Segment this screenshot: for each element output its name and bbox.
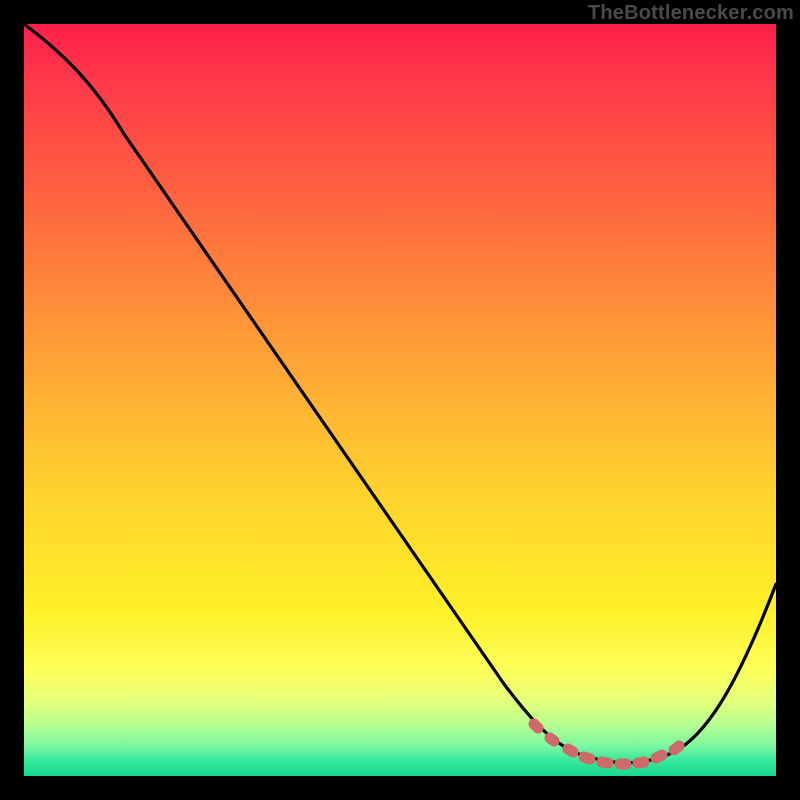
bottleneck-curve: [24, 24, 776, 763]
attribution-text: TheBottlenecker.com: [588, 2, 794, 25]
optimal-zone-markers: [534, 724, 679, 764]
chart-svg: [24, 24, 776, 776]
plot-area: [24, 24, 776, 776]
